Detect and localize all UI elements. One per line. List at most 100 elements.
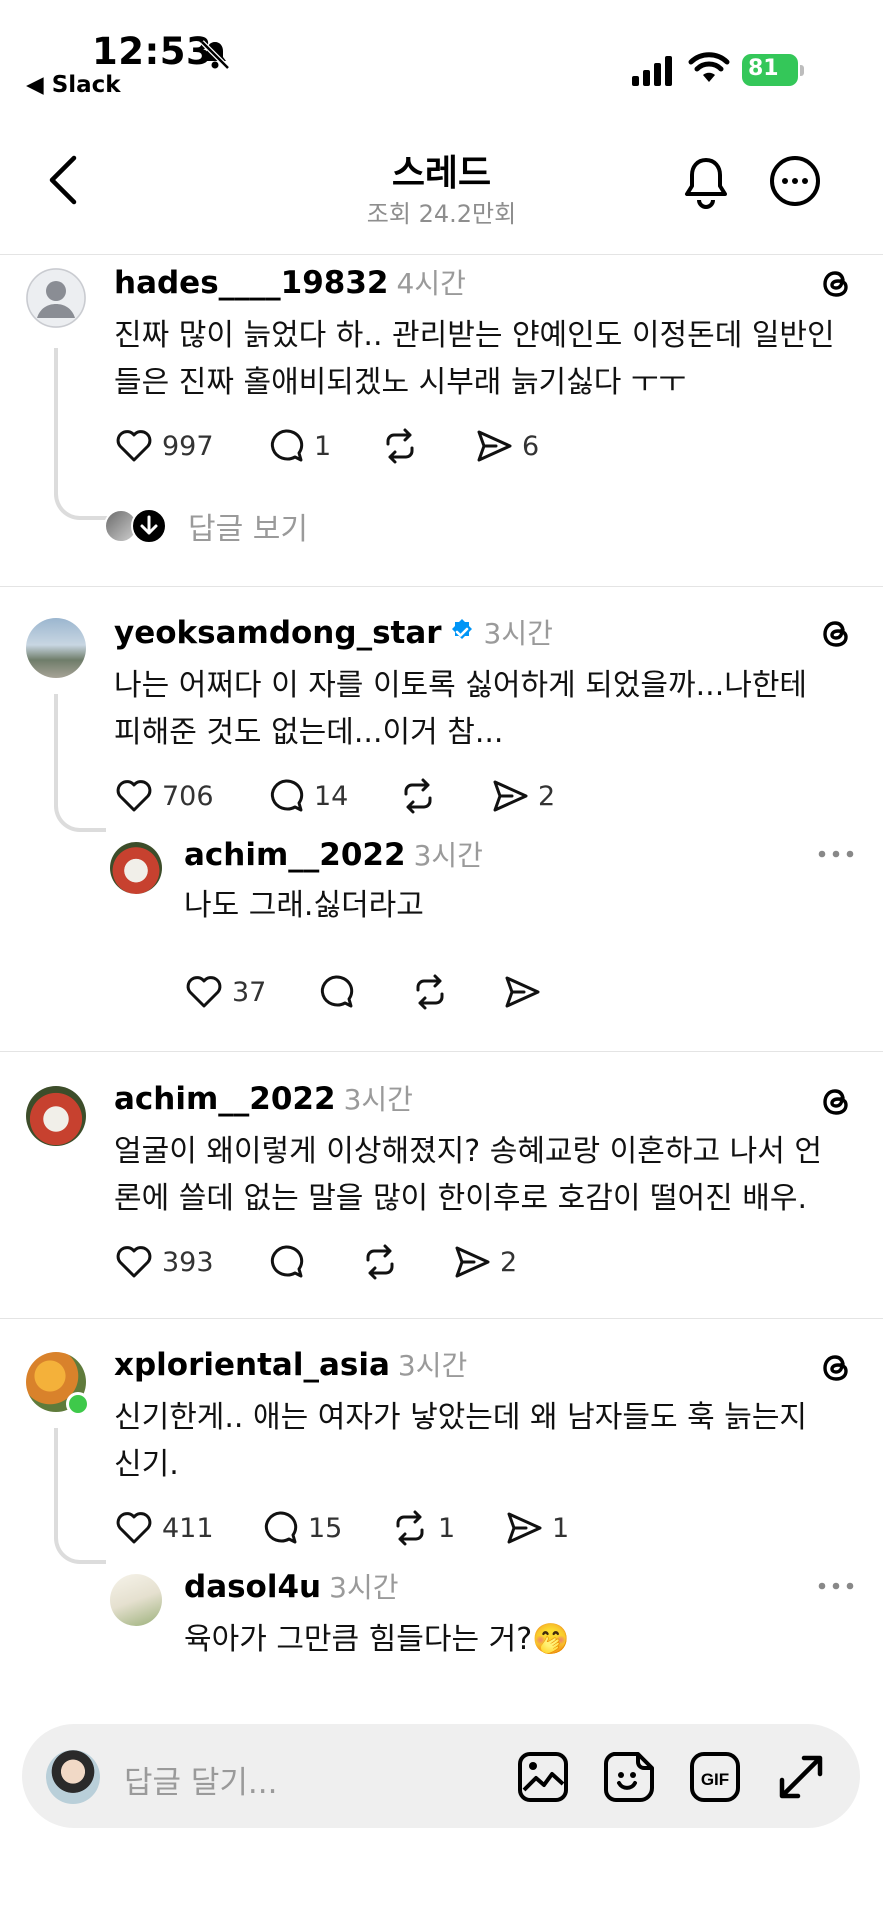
share-button[interactable] [502, 968, 542, 1016]
avatar[interactable] [110, 842, 162, 894]
sticker-icon[interactable] [602, 1750, 656, 1804]
repost-icon [386, 428, 414, 464]
default-avatar-icon [26, 268, 86, 328]
repost-button[interactable] [380, 422, 420, 470]
repost-icon [366, 1244, 394, 1280]
username[interactable]: xploriental_asia 3시간 [114, 1344, 467, 1384]
comment-bubble-icon [270, 1245, 304, 1278]
username[interactable]: achim__2022 3시간 [114, 1078, 413, 1118]
avatar[interactable] [110, 1574, 162, 1626]
username-text[interactable]: achim__2022 [184, 837, 406, 873]
avatar[interactable] [26, 268, 86, 328]
repost-button[interactable]: 1 [390, 1504, 455, 1552]
like-count: 411 [162, 1512, 214, 1544]
more-dots-icon[interactable] [816, 848, 856, 860]
threads-logo-icon[interactable] [816, 614, 856, 654]
username-text[interactable]: dasol4u [184, 1569, 321, 1605]
repost-icon [396, 1510, 424, 1546]
reply-composer[interactable]: 답글 달기... GIF [22, 1724, 860, 1828]
verified-badge-icon [451, 619, 472, 639]
heart-icon [116, 1246, 152, 1278]
like-count: 37 [232, 976, 267, 1008]
threads-logo-icon[interactable] [816, 1348, 856, 1388]
see-replies-link[interactable]: 답글 보기 [104, 504, 308, 548]
like-button[interactable]: 997 [114, 422, 214, 470]
avatar[interactable] [26, 1086, 86, 1146]
share-button[interactable]: 1 [504, 1504, 569, 1552]
username-text[interactable]: xploriental_asia [114, 1347, 390, 1383]
post-body-line: 얼굴이 왜이렇게 이상해졌지? 송혜교랑 이혼하고 나서 언 [114, 1134, 822, 1169]
divider [0, 586, 883, 587]
gif-icon[interactable]: GIF [688, 1750, 742, 1804]
my-avatar [46, 1750, 100, 1804]
username[interactable]: achim__2022 3시간 [184, 834, 483, 874]
like-button[interactable]: 706 [114, 772, 214, 820]
username[interactable]: hades____19832 4시간 [114, 262, 466, 302]
reply-post: yeoksamdong_star 3시간 나는 어쩌다 이 자를 이토록 싫어하게… [0, 612, 883, 1022]
back-to-app-link[interactable]: ◀ Slack [26, 72, 121, 98]
share-count: 2 [500, 1246, 518, 1278]
send-icon [455, 1246, 490, 1278]
share-button[interactable]: 2 [490, 772, 555, 820]
comment-count: 15 [308, 1512, 343, 1544]
send-icon [493, 780, 528, 812]
more-options-icon[interactable] [768, 154, 822, 208]
post-body-line: 신기. [114, 1447, 179, 1482]
replies-feed[interactable]: hades____19832 4시간 진짜 많이 늙었다 하.. 관리받는 얀예인… [0, 256, 883, 1710]
repost-button[interactable] [410, 968, 450, 1016]
post-actions: 997 1 6 [114, 422, 614, 470]
notification-bell-icon[interactable] [680, 154, 732, 210]
status-bar: 12:53 ◀ Slack 81 [0, 0, 883, 110]
heart-icon [186, 976, 222, 1008]
send-icon [477, 430, 512, 462]
send-icon [505, 976, 540, 1008]
reply-post: achim__2022 3시간 얼굴이 왜이렇게 이상해졌지? 송혜교랑 이혼하고… [0, 1078, 883, 1308]
repost-icon [416, 974, 444, 1010]
post-time: 3시간 [413, 839, 483, 872]
share-button[interactable]: 6 [474, 422, 539, 470]
more-dots-icon[interactable] [816, 1580, 856, 1592]
like-count: 393 [162, 1246, 214, 1278]
comment-button[interactable] [266, 1238, 306, 1286]
reply-input[interactable]: 답글 달기... [124, 1757, 278, 1802]
thread-line [54, 1428, 106, 1564]
repost-icon [404, 778, 432, 814]
avatar[interactable] [26, 618, 86, 678]
post-body-line: 신기한게.. 애는 여자가 낳았는데 왜 남자들도 훅 늙는지 [114, 1400, 808, 1435]
repost-button[interactable] [360, 1238, 400, 1286]
username[interactable]: dasol4u 3시간 [184, 1566, 398, 1606]
battery-percent: 81 [748, 56, 779, 81]
comment-button[interactable]: 1 [266, 422, 331, 470]
comment-button[interactable]: 14 [266, 772, 348, 820]
repost-button[interactable] [398, 772, 438, 820]
share-count: 1 [552, 1512, 570, 1544]
comment-count: 1 [314, 430, 332, 462]
image-gallery-icon[interactable] [516, 1750, 570, 1804]
comment-button[interactable] [316, 968, 356, 1016]
post-body: 얼굴이 왜이렇게 이상해졌지? 송혜교랑 이혼하고 나서 언 론에 쓸데 없는 … [114, 1128, 822, 1222]
post-body-line: 론에 쓸데 없는 말을 많이 한이후로 호감이 떨어진 배우. [114, 1181, 808, 1216]
reply-post: xploriental_asia 3시간 신기한게.. 애는 여자가 낳았는데 왜… [0, 1344, 883, 1710]
like-button[interactable]: 411 [114, 1504, 214, 1552]
bell-muted-icon [200, 40, 230, 70]
post-body: 신기한게.. 애는 여자가 낳았는데 왜 남자들도 훅 늙는지 신기. [114, 1394, 807, 1488]
comment-button[interactable]: 15 [260, 1504, 342, 1552]
like-button[interactable]: 393 [114, 1238, 214, 1286]
arrow-down-circle-icon [131, 508, 167, 544]
like-count: 706 [162, 780, 214, 812]
username[interactable]: yeoksamdong_star 3시간 [114, 612, 553, 652]
threads-logo-icon[interactable] [816, 1082, 856, 1122]
username-text[interactable]: hades____19832 [114, 265, 389, 301]
see-replies-label[interactable]: 답글 보기 [188, 504, 308, 548]
thread-line [54, 348, 114, 520]
post-body-line: 나는 어쩌다 이 자를 이토록 싫어하게 되었을까...나한테 [114, 668, 808, 703]
username-text[interactable]: yeoksamdong_star [114, 615, 442, 651]
send-icon [507, 1512, 542, 1544]
repost-count: 1 [438, 1512, 456, 1544]
threads-logo-icon[interactable] [816, 264, 856, 304]
reply-post: hades____19832 4시간 진짜 많이 늙었다 하.. 관리받는 얀예인… [0, 256, 883, 586]
share-button[interactable]: 2 [452, 1238, 517, 1286]
expand-icon[interactable] [774, 1750, 828, 1804]
username-text[interactable]: achim__2022 [114, 1081, 336, 1117]
like-button[interactable]: 37 [184, 968, 266, 1016]
